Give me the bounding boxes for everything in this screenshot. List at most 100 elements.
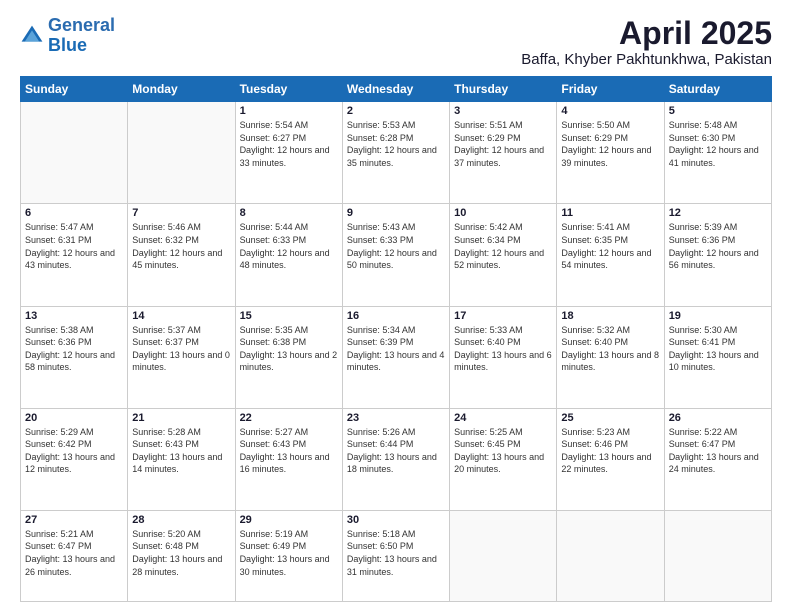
calendar-cell [128, 102, 235, 204]
day-info: Sunrise: 5:26 AMSunset: 6:44 PMDaylight:… [347, 426, 445, 476]
calendar-cell: 11 Sunrise: 5:41 AMSunset: 6:35 PMDayligh… [557, 204, 664, 306]
day-info: Sunrise: 5:54 AMSunset: 6:27 PMDaylight:… [240, 119, 338, 169]
day-header-sunday: Sunday [21, 77, 128, 102]
calendar-cell: 6 Sunrise: 5:47 AMSunset: 6:31 PMDaylight… [21, 204, 128, 306]
day-header-tuesday: Tuesday [235, 77, 342, 102]
day-info: Sunrise: 5:51 AMSunset: 6:29 PMDaylight:… [454, 119, 552, 169]
day-number: 26 [669, 412, 767, 424]
calendar-cell: 12 Sunrise: 5:39 AMSunset: 6:36 PMDayligh… [664, 204, 771, 306]
day-number: 11 [561, 207, 659, 219]
day-number: 24 [454, 412, 552, 424]
calendar-week-5: 27 Sunrise: 5:21 AMSunset: 6:47 PMDayligh… [21, 510, 772, 601]
calendar-week-4: 20Sunrise: 5:29 AMSunset: 6:42 PMDayligh… [21, 408, 772, 510]
day-number: 12 [669, 207, 767, 219]
day-info: Sunrise: 5:28 AMSunset: 6:43 PMDaylight:… [132, 426, 230, 476]
calendar-table: SundayMondayTuesdayWednesdayThursdayFrid… [20, 76, 772, 602]
day-number: 23 [347, 412, 445, 424]
day-info: Sunrise: 5:44 AMSunset: 6:33 PMDaylight:… [240, 221, 338, 271]
calendar-cell: 7 Sunrise: 5:46 AMSunset: 6:32 PMDaylight… [128, 204, 235, 306]
day-number: 28 [132, 514, 230, 526]
calendar-cell: 26 Sunrise: 5:22 AMSunset: 6:47 PMDayligh… [664, 408, 771, 510]
calendar-cell: 18Sunrise: 5:32 AMSunset: 6:40 PMDayligh… [557, 306, 664, 408]
page-subtitle: Baffa, Khyber Pakhtunkhwa, Pakistan [521, 51, 772, 68]
calendar-cell: 16 Sunrise: 5:34 AMSunset: 6:39 PMDayligh… [342, 306, 449, 408]
day-number: 6 [25, 207, 123, 219]
day-info: Sunrise: 5:33 AMSunset: 6:40 PMDaylight:… [454, 324, 552, 374]
calendar-cell: 3 Sunrise: 5:51 AMSunset: 6:29 PMDaylight… [450, 102, 557, 204]
header: General Blue April 2025 Baffa, Khyber Pa… [20, 16, 772, 68]
day-number: 30 [347, 514, 445, 526]
calendar-cell: 30 Sunrise: 5:18 AMSunset: 6:50 PMDayligh… [342, 510, 449, 601]
calendar-cell: 20Sunrise: 5:29 AMSunset: 6:42 PMDayligh… [21, 408, 128, 510]
day-number: 10 [454, 207, 552, 219]
day-number: 7 [132, 207, 230, 219]
day-number: 19 [669, 310, 767, 322]
day-info: Sunrise: 5:21 AMSunset: 6:47 PMDaylight:… [25, 528, 123, 578]
day-header-monday: Monday [128, 77, 235, 102]
logo: General Blue [20, 16, 115, 56]
calendar-cell: 28 Sunrise: 5:20 AMSunset: 6:48 PMDayligh… [128, 510, 235, 601]
day-info: Sunrise: 5:42 AMSunset: 6:34 PMDaylight:… [454, 221, 552, 271]
day-number: 25 [561, 412, 659, 424]
logo-line1: General [48, 15, 115, 35]
day-number: 3 [454, 105, 552, 117]
day-info: Sunrise: 5:39 AMSunset: 6:36 PMDaylight:… [669, 221, 767, 271]
day-info: Sunrise: 5:50 AMSunset: 6:29 PMDaylight:… [561, 119, 659, 169]
day-number: 13 [25, 310, 123, 322]
day-number: 4 [561, 105, 659, 117]
day-number: 20 [25, 412, 123, 424]
calendar-cell: 4 Sunrise: 5:50 AMSunset: 6:29 PMDaylight… [557, 102, 664, 204]
day-info: Sunrise: 5:18 AMSunset: 6:50 PMDaylight:… [347, 528, 445, 578]
day-number: 27 [25, 514, 123, 526]
day-number: 9 [347, 207, 445, 219]
day-info: Sunrise: 5:32 AMSunset: 6:40 PMDaylight:… [561, 324, 659, 374]
day-header-thursday: Thursday [450, 77, 557, 102]
calendar-cell: 10 Sunrise: 5:42 AMSunset: 6:34 PMDayligh… [450, 204, 557, 306]
day-number: 2 [347, 105, 445, 117]
day-number: 17 [454, 310, 552, 322]
calendar-cell: 8 Sunrise: 5:44 AMSunset: 6:33 PMDaylight… [235, 204, 342, 306]
calendar-cell: 24 Sunrise: 5:25 AMSunset: 6:45 PMDayligh… [450, 408, 557, 510]
day-info: Sunrise: 5:46 AMSunset: 6:32 PMDaylight:… [132, 221, 230, 271]
calendar-week-2: 6 Sunrise: 5:47 AMSunset: 6:31 PMDaylight… [21, 204, 772, 306]
page: General Blue April 2025 Baffa, Khyber Pa… [0, 0, 792, 612]
day-info: Sunrise: 5:37 AMSunset: 6:37 PMDaylight:… [132, 324, 230, 374]
day-number: 15 [240, 310, 338, 322]
calendar-cell [450, 510, 557, 601]
day-info: Sunrise: 5:19 AMSunset: 6:49 PMDaylight:… [240, 528, 338, 578]
calendar-cell: 21Sunrise: 5:28 AMSunset: 6:43 PMDayligh… [128, 408, 235, 510]
day-info: Sunrise: 5:30 AMSunset: 6:41 PMDaylight:… [669, 324, 767, 374]
calendar-cell: 22Sunrise: 5:27 AMSunset: 6:43 PMDayligh… [235, 408, 342, 510]
calendar-cell: 29 Sunrise: 5:19 AMSunset: 6:49 PMDayligh… [235, 510, 342, 601]
calendar-cell: 23 Sunrise: 5:26 AMSunset: 6:44 PMDayligh… [342, 408, 449, 510]
day-number: 14 [132, 310, 230, 322]
day-number: 29 [240, 514, 338, 526]
title-block: April 2025 Baffa, Khyber Pakhtunkhwa, Pa… [521, 16, 772, 68]
day-info: Sunrise: 5:22 AMSunset: 6:47 PMDaylight:… [669, 426, 767, 476]
logo-icon [20, 24, 44, 48]
day-header-saturday: Saturday [664, 77, 771, 102]
day-number: 16 [347, 310, 445, 322]
day-header-friday: Friday [557, 77, 664, 102]
calendar-cell: 5 Sunrise: 5:48 AMSunset: 6:30 PMDaylight… [664, 102, 771, 204]
day-info: Sunrise: 5:34 AMSunset: 6:39 PMDaylight:… [347, 324, 445, 374]
calendar-cell: 19 Sunrise: 5:30 AMSunset: 6:41 PMDayligh… [664, 306, 771, 408]
calendar-cell [21, 102, 128, 204]
day-number: 5 [669, 105, 767, 117]
calendar-cell: 15 Sunrise: 5:35 AMSunset: 6:38 PMDayligh… [235, 306, 342, 408]
calendar-header-row: SundayMondayTuesdayWednesdayThursdayFrid… [21, 77, 772, 102]
day-info: Sunrise: 5:25 AMSunset: 6:45 PMDaylight:… [454, 426, 552, 476]
calendar-cell: 9 Sunrise: 5:43 AMSunset: 6:33 PMDaylight… [342, 204, 449, 306]
page-title: April 2025 [521, 16, 772, 51]
day-number: 8 [240, 207, 338, 219]
day-info: Sunrise: 5:35 AMSunset: 6:38 PMDaylight:… [240, 324, 338, 374]
calendar-cell: 17 Sunrise: 5:33 AMSunset: 6:40 PMDayligh… [450, 306, 557, 408]
day-info: Sunrise: 5:41 AMSunset: 6:35 PMDaylight:… [561, 221, 659, 271]
day-info: Sunrise: 5:43 AMSunset: 6:33 PMDaylight:… [347, 221, 445, 271]
day-number: 22 [240, 412, 338, 424]
day-info: Sunrise: 5:48 AMSunset: 6:30 PMDaylight:… [669, 119, 767, 169]
calendar-cell: 25Sunrise: 5:23 AMSunset: 6:46 PMDayligh… [557, 408, 664, 510]
day-info: Sunrise: 5:47 AMSunset: 6:31 PMDaylight:… [25, 221, 123, 271]
day-info: Sunrise: 5:38 AMSunset: 6:36 PMDaylight:… [25, 324, 123, 374]
day-info: Sunrise: 5:20 AMSunset: 6:48 PMDaylight:… [132, 528, 230, 578]
